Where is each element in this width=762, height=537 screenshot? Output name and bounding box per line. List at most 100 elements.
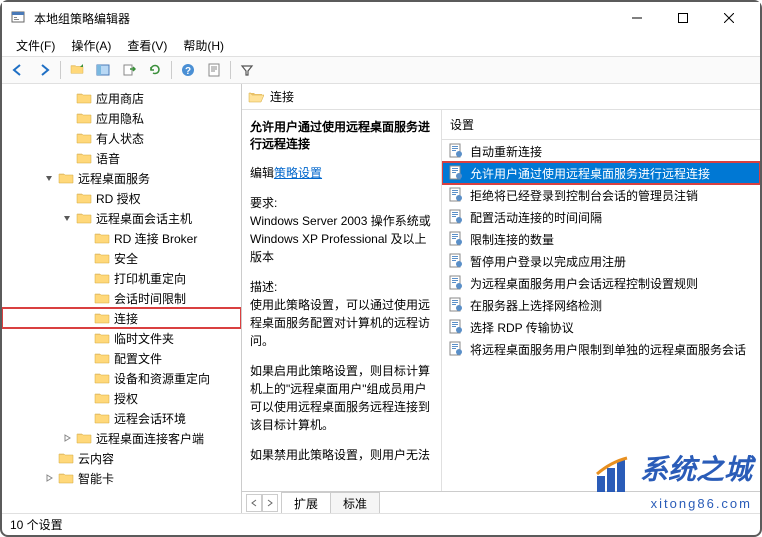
menu-help[interactable]: 帮助(H) [177, 35, 230, 56]
refresh-button[interactable] [143, 59, 167, 81]
folder-icon [58, 451, 74, 465]
tab-prev-button[interactable] [246, 494, 262, 512]
folder-icon [76, 91, 92, 105]
tree-expander-icon[interactable] [78, 251, 92, 265]
settings-header[interactable]: 设置 [442, 110, 760, 140]
tree-expander-icon[interactable] [60, 211, 74, 225]
folder-icon [76, 431, 92, 445]
tab-next-button[interactable] [262, 494, 278, 512]
menu-action[interactable]: 操作(A) [65, 35, 117, 56]
setting-label: 在服务器上选择网络检测 [470, 297, 602, 314]
tree-label: 连接 [114, 310, 138, 327]
properties-button[interactable] [202, 59, 226, 81]
tree-expander-icon[interactable] [78, 331, 92, 345]
edit-policy-link[interactable]: 策略设置 [274, 166, 322, 180]
folder-icon [76, 211, 92, 225]
tree-item[interactable]: 远程桌面连接客户端 [2, 428, 241, 448]
tab-extended[interactable]: 扩展 [281, 492, 331, 514]
setting-row[interactable]: 允许用户通过使用远程桌面服务进行远程连接 [442, 162, 760, 184]
setting-row[interactable]: 自动重新连接 [442, 140, 760, 162]
tree-item[interactable]: 远程桌面服务 [2, 168, 241, 188]
menu-file[interactable]: 文件(F) [10, 35, 61, 56]
setting-label: 允许用户通过使用远程桌面服务进行远程连接 [470, 165, 710, 182]
tree-expander-icon[interactable] [78, 271, 92, 285]
tree-item[interactable]: 会话时间限制 [2, 288, 241, 308]
tree-item[interactable]: 语音 [2, 148, 241, 168]
setting-label: 限制连接的数量 [470, 231, 554, 248]
tree-expander-icon[interactable] [60, 191, 74, 205]
tree-expander-icon[interactable] [78, 351, 92, 365]
folder-icon [94, 351, 110, 365]
tree-expander-icon[interactable] [60, 131, 74, 145]
tree-item[interactable]: 远程会话环境 [2, 408, 241, 428]
detail-panel: 连接 允许用户通过使用远程桌面服务进行远程连接 编辑策略设置 要求: Windo… [242, 84, 760, 513]
setting-row[interactable]: 为远程桌面服务用户会话远程控制设置规则 [442, 272, 760, 294]
show-hide-button[interactable] [91, 59, 115, 81]
tree-expander-icon[interactable] [60, 151, 74, 165]
tree-expander-icon[interactable] [42, 171, 56, 185]
tree-expander-icon[interactable] [78, 291, 92, 305]
filter-button[interactable] [235, 59, 259, 81]
settings-list: 自动重新连接允许用户通过使用远程桌面服务进行远程连接拒绝将已经登录到控制台会话的… [442, 140, 760, 360]
tree-item[interactable]: 云内容 [2, 448, 241, 468]
tree-item[interactable]: 设备和资源重定向 [2, 368, 241, 388]
tree-label: 云内容 [78, 450, 114, 467]
description-text-1: 使用此策略设置，可以通过使用远程桌面服务配置对计算机的远程访问。 [250, 296, 433, 350]
tree-item[interactable]: 安全 [2, 248, 241, 268]
export-button[interactable] [117, 59, 141, 81]
folder-icon [94, 371, 110, 385]
setting-label: 暂停用户登录以完成应用注册 [470, 253, 626, 270]
tree-expander-icon[interactable] [78, 311, 92, 325]
tree-item[interactable]: 授权 [2, 388, 241, 408]
folder-icon [76, 151, 92, 165]
help-button[interactable]: ? [176, 59, 200, 81]
tree-item[interactable]: RD 授权 [2, 188, 241, 208]
tree-label: 应用商店 [96, 90, 144, 107]
policy-icon [448, 319, 464, 335]
tree-expander-icon[interactable] [60, 431, 74, 445]
setting-row[interactable]: 暂停用户登录以完成应用注册 [442, 250, 760, 272]
folder-icon [94, 311, 110, 325]
tree-expander-icon[interactable] [42, 471, 56, 485]
tree-item[interactable]: 远程桌面会话主机 [2, 208, 241, 228]
setting-row[interactable]: 配置活动连接的时间间隔 [442, 206, 760, 228]
tree-item[interactable]: 打印机重定向 [2, 268, 241, 288]
tree-expander-icon[interactable] [78, 371, 92, 385]
minimize-button[interactable] [614, 2, 660, 34]
policy-icon [448, 165, 464, 181]
setting-row[interactable]: 限制连接的数量 [442, 228, 760, 250]
maximize-button[interactable] [660, 2, 706, 34]
tree-expander-icon[interactable] [60, 91, 74, 105]
tree-item[interactable]: 临时文件夹 [2, 328, 241, 348]
tree-expander-icon[interactable] [78, 231, 92, 245]
tree-label: 临时文件夹 [114, 330, 174, 347]
folder-icon [94, 331, 110, 345]
tree-expander-icon[interactable] [60, 111, 74, 125]
setting-row[interactable]: 选择 RDP 传输协议 [442, 316, 760, 338]
up-button[interactable] [65, 59, 89, 81]
tree-item[interactable]: 智能卡 [2, 468, 241, 488]
close-button[interactable] [706, 2, 752, 34]
folder-icon [76, 191, 92, 205]
menu-view[interactable]: 查看(V) [121, 35, 173, 56]
tree-expander-icon[interactable] [42, 451, 56, 465]
tab-standard[interactable]: 标准 [330, 492, 380, 514]
tree-item[interactable]: 有人状态 [2, 128, 241, 148]
setting-row[interactable]: 在服务器上选择网络检测 [442, 294, 760, 316]
tree-item[interactable]: RD 连接 Broker [2, 228, 241, 248]
tree-panel[interactable]: 应用商店应用隐私有人状态语音远程桌面服务RD 授权远程桌面会话主机RD 连接 B… [2, 84, 242, 513]
tree-item[interactable]: 应用隐私 [2, 108, 241, 128]
tree-expander-icon[interactable] [78, 391, 92, 405]
requirements-text: Windows Server 2003 操作系统或 Windows XP Pro… [250, 212, 433, 266]
forward-button[interactable] [32, 59, 56, 81]
menubar: 文件(F) 操作(A) 查看(V) 帮助(H) [2, 34, 760, 56]
tree-item[interactable]: 配置文件 [2, 348, 241, 368]
tree-item[interactable]: 连接 [2, 308, 241, 328]
tree-label: 打印机重定向 [114, 270, 186, 287]
tree-expander-icon[interactable] [78, 411, 92, 425]
back-button[interactable] [6, 59, 30, 81]
tree-item[interactable]: 应用商店 [2, 88, 241, 108]
setting-row[interactable]: 将远程桌面服务用户限制到单独的远程桌面服务会话 [442, 338, 760, 360]
setting-row[interactable]: 拒绝将已经登录到控制台会话的管理员注销 [442, 184, 760, 206]
setting-label: 为远程桌面服务用户会话远程控制设置规则 [470, 275, 698, 292]
